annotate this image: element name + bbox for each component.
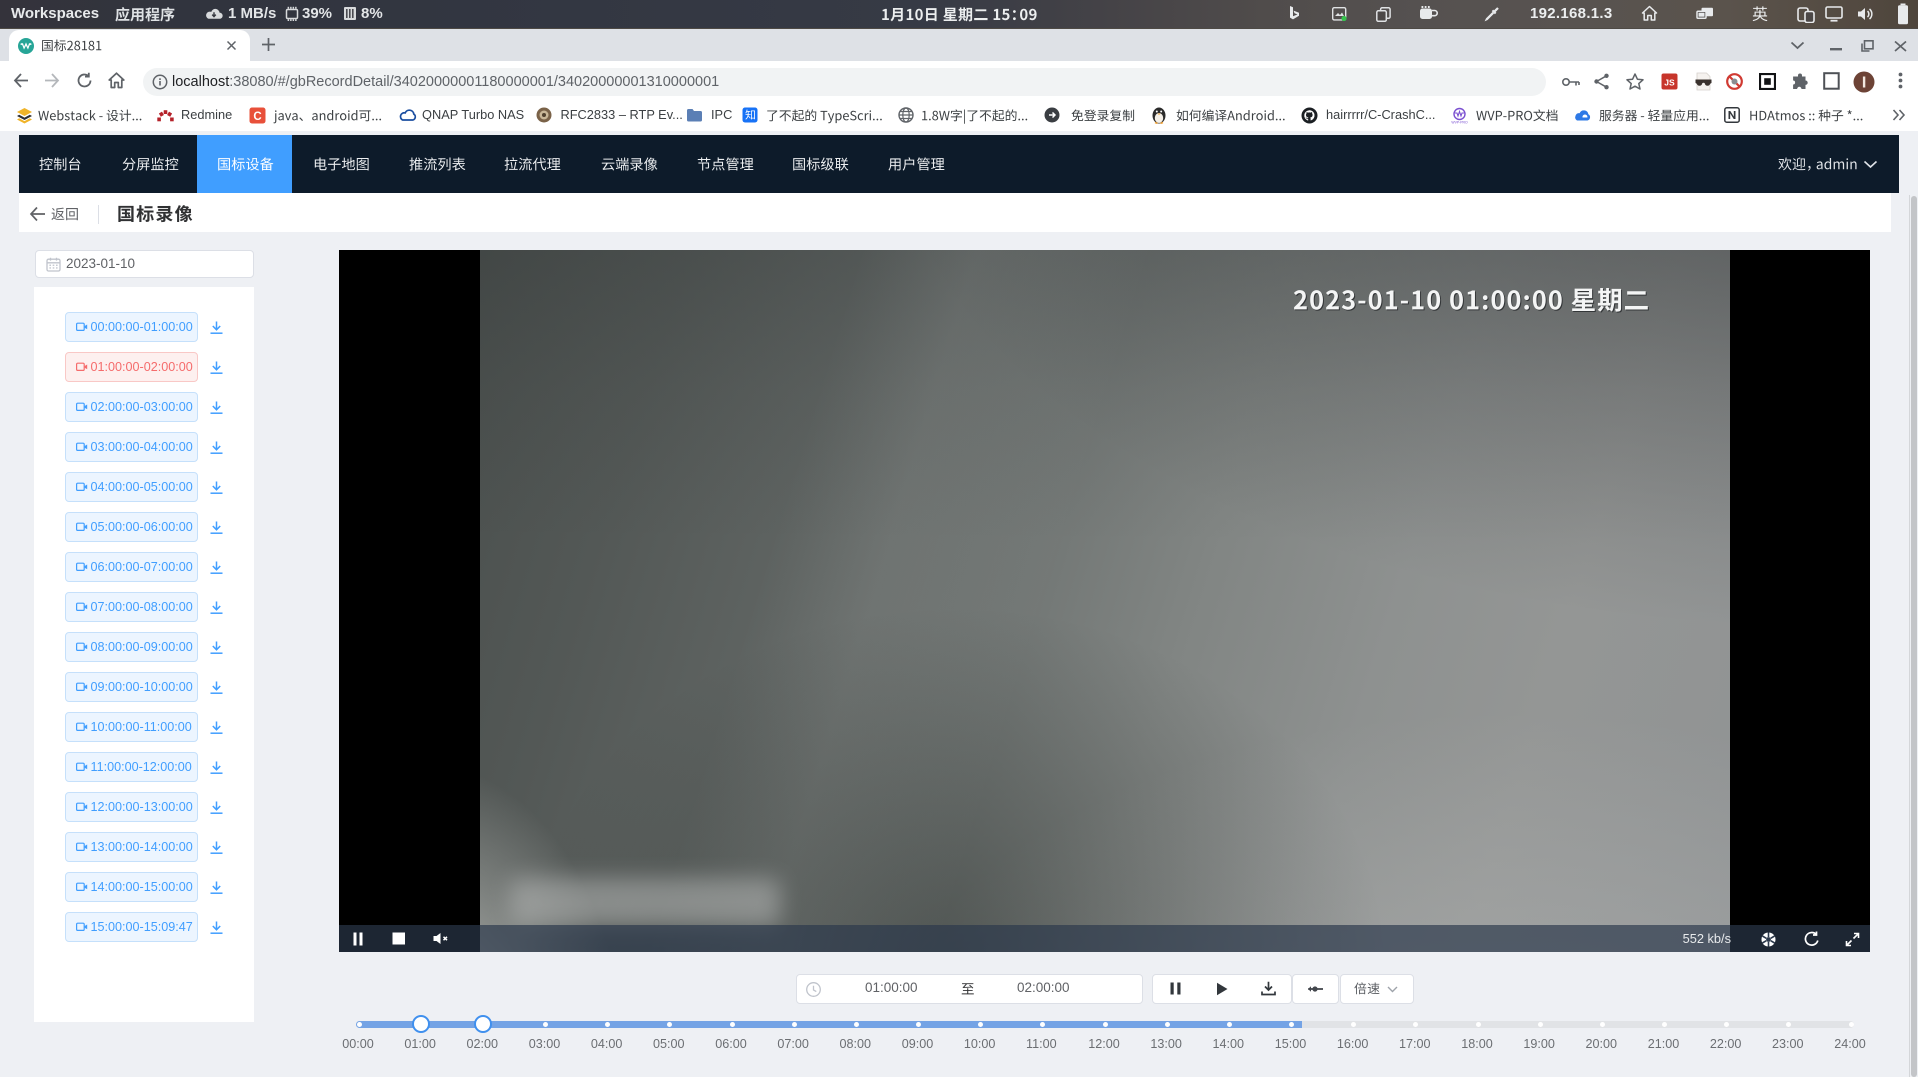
svg-text:WVP-PRO: WVP-PRO [1451,121,1468,125]
svg-text:C: C [253,111,261,123]
svg-text:JS: JS [1664,78,1675,88]
